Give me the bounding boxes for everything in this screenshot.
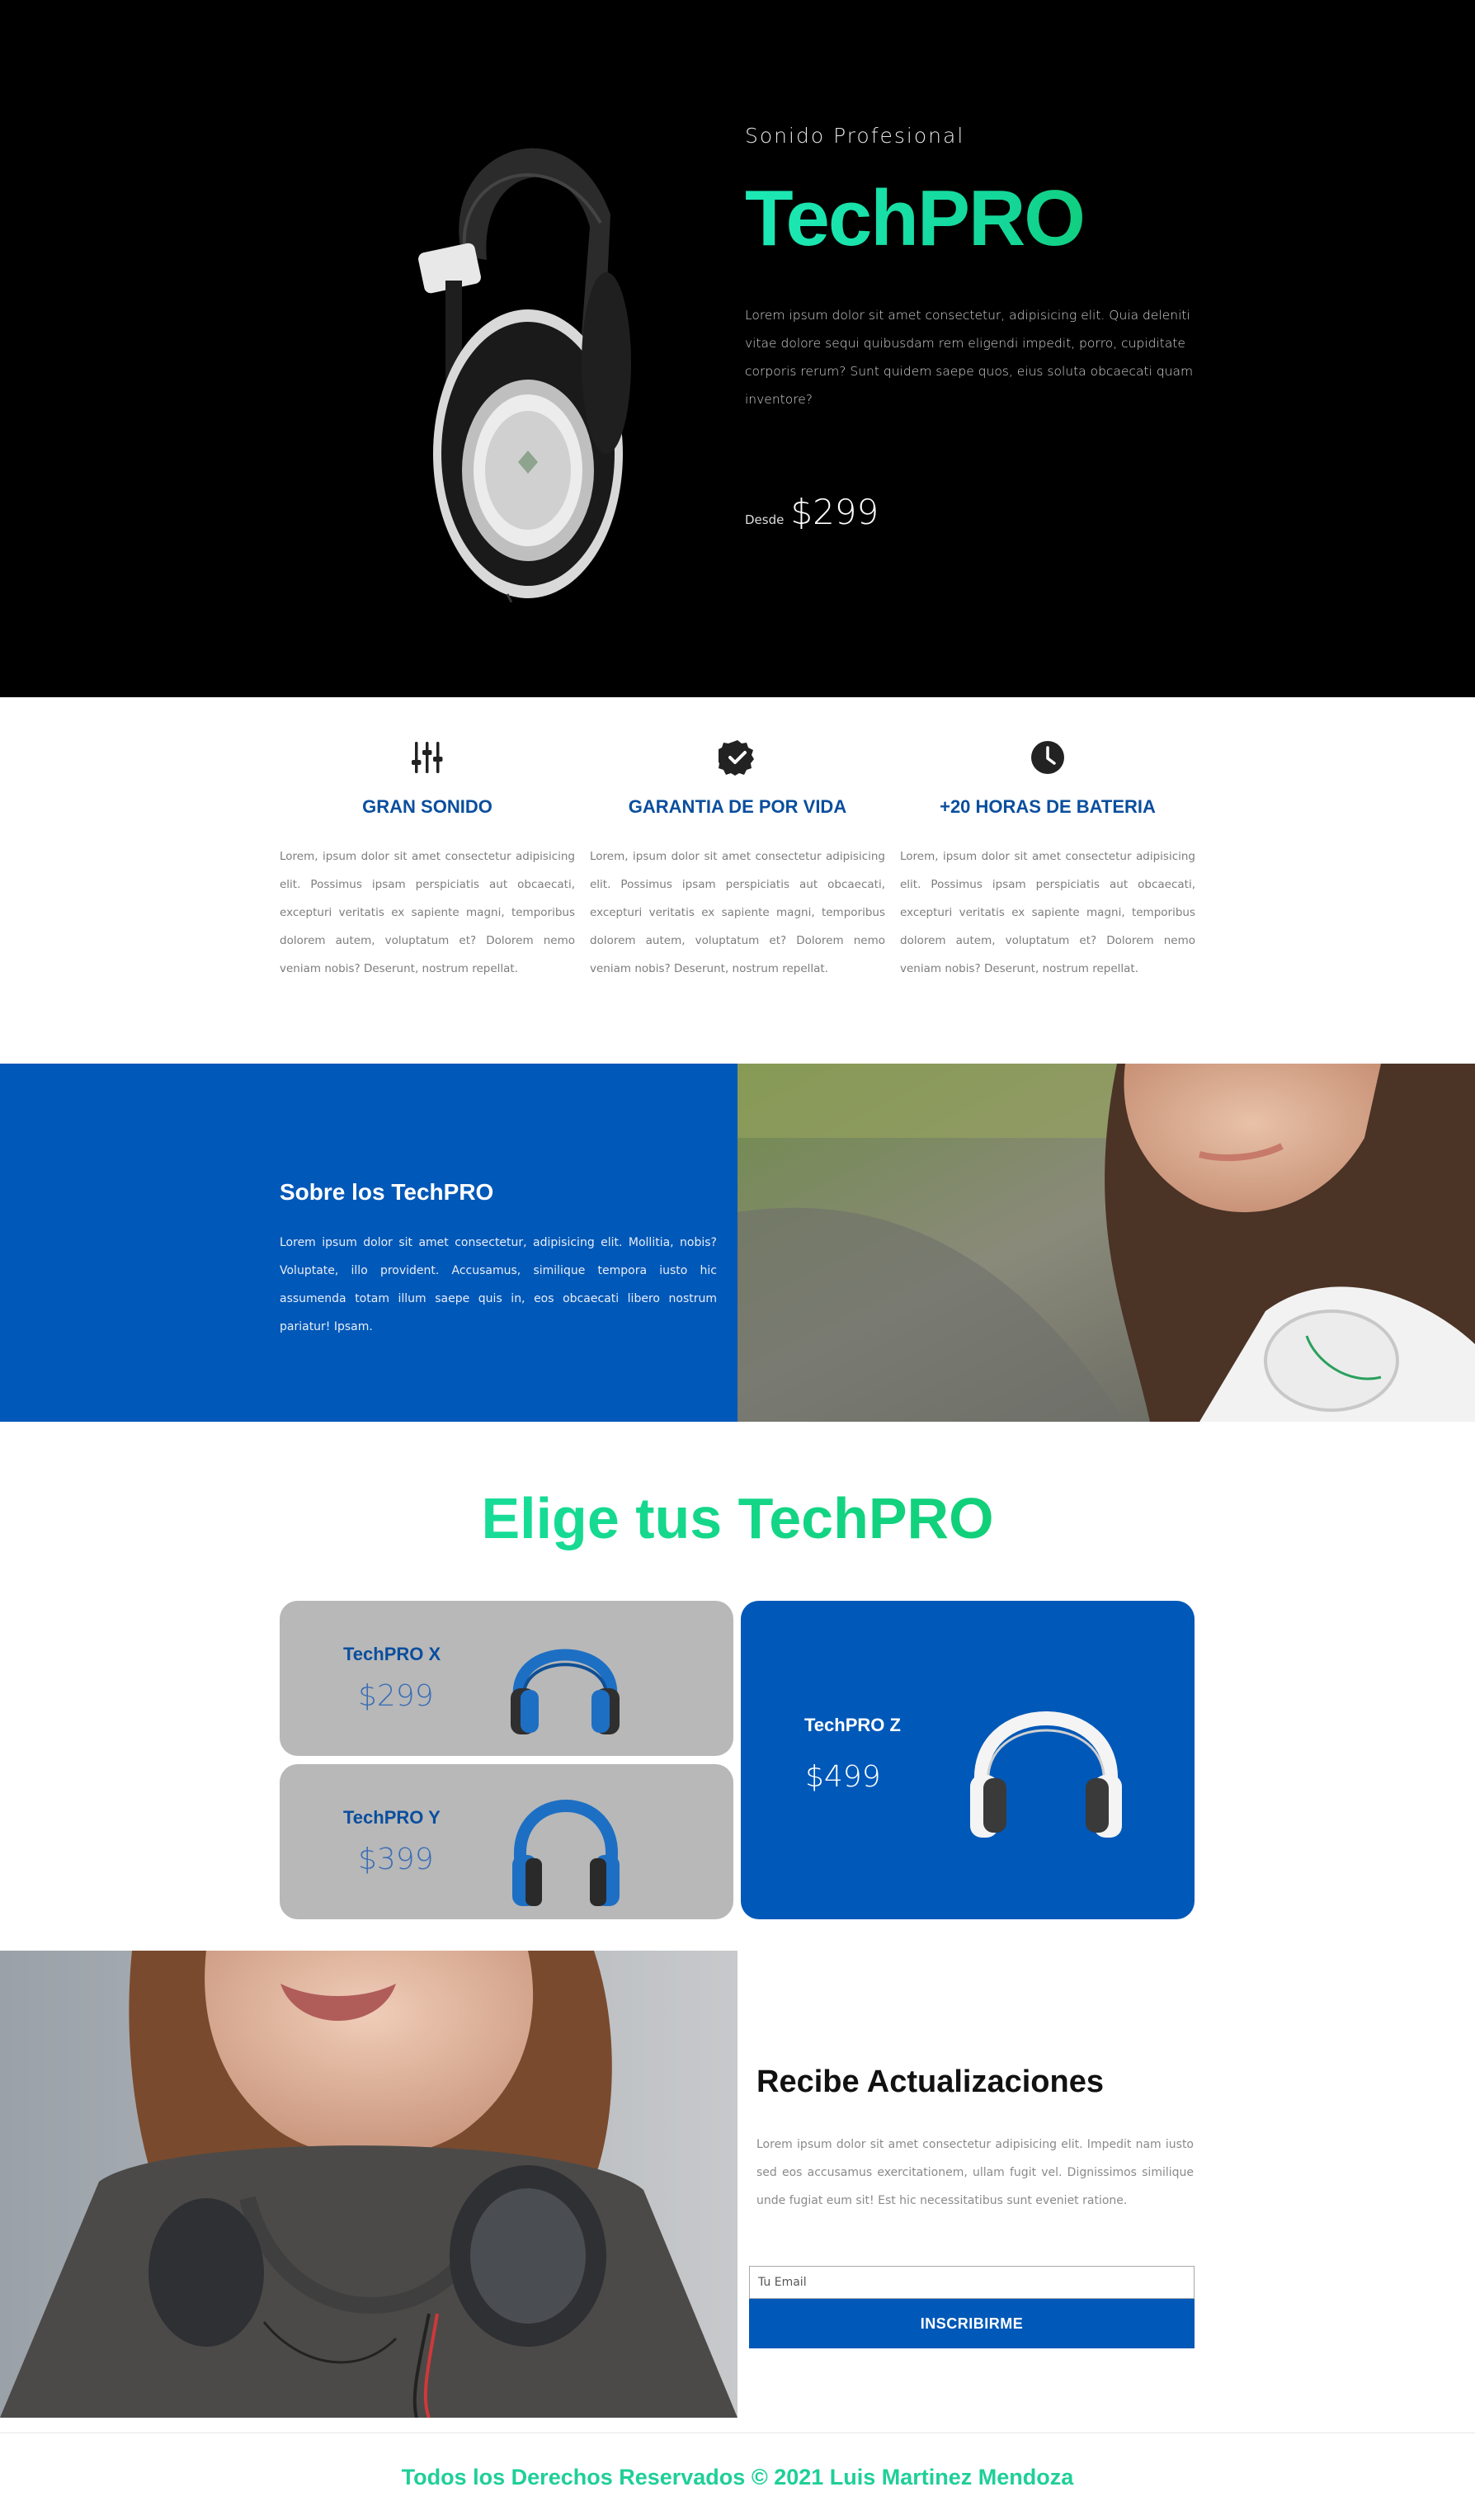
features-section: GRAN SONIDO Lorem, ipsum dolor sit amet … — [0, 697, 1475, 1064]
headphones-blue-icon — [511, 1649, 620, 1734]
equalizer-icon — [412, 742, 443, 773]
product-card-y[interactable]: TechPRO Y $399 — [280, 1764, 733, 1919]
about-section: Sobre los TechPRO Lorem ipsum dolor sit … — [0, 1064, 1475, 1422]
newsletter-title: Recibe Actualizaciones — [756, 2065, 1104, 2099]
product-name: TechPRO Y — [343, 1807, 441, 1828]
products-title: Elige tus TechPRO — [0, 1485, 1475, 1551]
about-title: Sobre los TechPRO — [280, 1179, 494, 1205]
footer: Todos los Derechos Reservados © 2021 Lui… — [0, 2433, 1475, 2520]
product-card-z[interactable]: TechPRO Z $499 — [741, 1601, 1195, 1919]
feature-text: Lorem, ipsum dolor sit amet consectetur … — [590, 850, 885, 975]
about-photo — [738, 1064, 1475, 1422]
hero-title: TechPRO — [745, 179, 1207, 258]
subscribe-button[interactable]: INSCRIBIRME — [749, 2299, 1195, 2348]
about-text: Lorem ipsum dolor sit amet consectetur, … — [280, 1236, 717, 1333]
hero-price: Desde $299 — [745, 492, 1207, 532]
product-card-x[interactable]: TechPRO X $299 — [280, 1601, 733, 1756]
feature-title: GRAN SONIDO — [362, 796, 492, 817]
footer-copyright: Todos los Derechos Reservados © 2021 Lui… — [401, 2465, 1074, 2489]
feature-text: Lorem, ipsum dolor sit amet consectetur … — [900, 850, 1195, 975]
badge-check-icon — [719, 740, 754, 776]
product-price: $299 — [358, 1679, 434, 1713]
product-name: TechPRO X — [343, 1644, 441, 1664]
woman-headphones-photo — [738, 1064, 1475, 1422]
newsletter-text: Lorem ipsum dolor sit amet consectetur a… — [756, 2138, 1194, 2207]
hero-description: Lorem ipsum dolor sit amet consectetur, … — [745, 308, 1194, 407]
clock-icon — [1031, 741, 1064, 774]
hero-price-amount: $299 — [790, 492, 879, 532]
girl-headphones-photo — [0, 1951, 738, 2418]
feature-title: GARANTIA DE POR VIDA — [628, 796, 847, 817]
about-text-panel: Sobre los TechPRO Lorem ipsum dolor sit … — [0, 1064, 738, 1422]
product-price: $499 — [805, 1760, 881, 1794]
hero-price-prefix: Desde — [745, 512, 785, 527]
newsletter-section: Recibe Actualizaciones Lorem ipsum dolor… — [0, 1951, 1475, 2418]
page: Sonido Profesional TechPRO Lorem ipsum d… — [0, 0, 1475, 2520]
newsletter-photo — [0, 1951, 738, 2418]
product-name: TechPRO Z — [804, 1715, 901, 1735]
email-field[interactable] — [749, 2266, 1195, 2299]
hero-tagline: Sonido Profesional — [745, 124, 965, 148]
hero-section: Sonido Profesional TechPRO Lorem ipsum d… — [0, 0, 1475, 697]
hero-headphones-image — [418, 148, 631, 602]
headphones-white-icon — [970, 1711, 1122, 1838]
hero-text-block: Sonido Profesional TechPRO Lorem ipsum d… — [745, 124, 1207, 532]
feature-text: Lorem, ipsum dolor sit amet consectetur … — [280, 850, 575, 975]
product-price: $399 — [358, 1843, 434, 1876]
feature-title: +20 HORAS DE BATERIA — [940, 796, 1156, 817]
headphones-blue-black-icon — [512, 1800, 620, 1906]
